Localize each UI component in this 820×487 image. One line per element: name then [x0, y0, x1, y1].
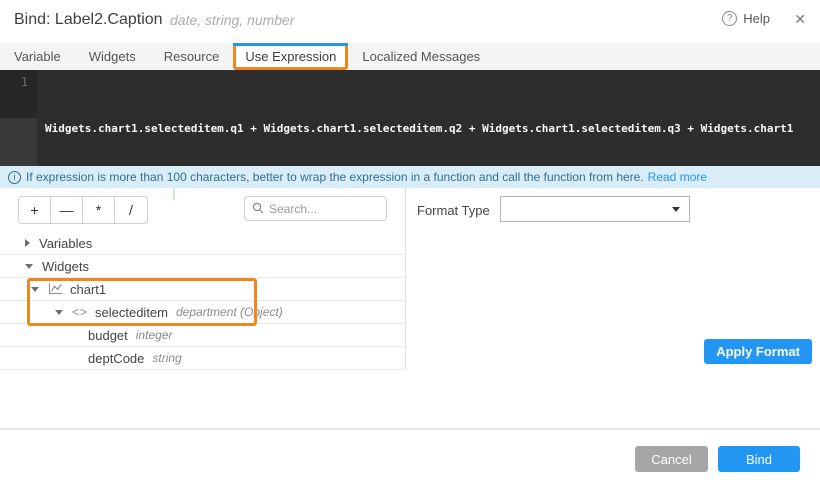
tree-item-label: Widgets	[42, 259, 89, 274]
dialog-subtitle: date, string, number	[170, 12, 295, 28]
tree-item-variables[interactable]: Variables	[0, 232, 405, 255]
object-icon: <>	[72, 305, 88, 319]
main-section: + — * / Variables	[0, 188, 820, 370]
expander-expanded-icon[interactable]	[25, 264, 33, 269]
tab-localized-messages[interactable]: Localized Messages	[348, 43, 494, 70]
format-panel: Format Type Apply Format	[407, 188, 820, 370]
cancel-button[interactable]: Cancel	[635, 446, 708, 472]
code-line-1: Widgets.chart1.selecteditem.q1 + Widgets…	[45, 118, 816, 140]
tree-item-label: budget	[88, 328, 128, 343]
info-message: If expression is more than 100 character…	[26, 170, 644, 184]
dialog-title: Bind: Label2.Caption	[14, 11, 163, 29]
close-icon[interactable]: ✕	[794, 11, 806, 28]
format-type-label: Format Type	[417, 203, 490, 218]
format-type-row: Format Type	[417, 196, 812, 224]
chevron-down-icon	[672, 207, 680, 212]
footer-divider	[0, 428, 820, 430]
expander-expanded-icon[interactable]	[31, 287, 39, 292]
tree-item-type: string	[152, 351, 181, 365]
tree-item-budget[interactable]: budget integer	[0, 324, 405, 347]
tree-item-type: department (Object)	[176, 305, 283, 319]
apply-format-button[interactable]: Apply Format	[704, 339, 812, 364]
tree-item-label: selecteditem	[95, 305, 168, 320]
expression-tree-panel: + — * / Variables	[0, 188, 406, 370]
tree-item-label: Variables	[39, 236, 92, 251]
tab-widgets[interactable]: Widgets	[75, 43, 150, 70]
help-icon: ?	[722, 11, 737, 26]
minus-operator-button[interactable]: —	[51, 197, 83, 223]
search-icon	[252, 202, 264, 214]
read-more-link[interactable]: Read more	[648, 170, 707, 184]
line-number: 1	[0, 75, 28, 89]
dialog-header: Bind: Label2.Caption date, string, numbe…	[0, 0, 820, 43]
plus-operator-button[interactable]: +	[19, 197, 51, 223]
format-type-select[interactable]	[500, 196, 690, 222]
tree-item-widgets[interactable]: Widgets	[0, 255, 405, 278]
expression-info-bar: i If expression is more than 100 charact…	[0, 166, 820, 188]
tree-item-label: chart1	[70, 282, 106, 297]
tree-item-selecteditem[interactable]: <> selecteditem department (Object)	[0, 301, 405, 324]
expander-expanded-icon[interactable]	[55, 310, 63, 315]
expander-collapsed-icon[interactable]	[25, 239, 30, 247]
tree-item-deptcode[interactable]: deptCode string	[0, 347, 405, 370]
multiply-operator-button[interactable]: *	[83, 197, 115, 223]
operator-button-group: + — * /	[18, 196, 148, 224]
widget-tree: Variables Widgets	[0, 232, 405, 370]
bind-dialog: Bind: Label2.Caption date, string, numbe…	[0, 0, 820, 487]
search-input[interactable]	[269, 198, 382, 219]
divide-operator-button[interactable]: /	[115, 197, 147, 223]
tab-resource[interactable]: Resource	[150, 43, 234, 70]
operator-toolbar: + — * /	[18, 196, 387, 224]
help-label: Help	[743, 11, 770, 26]
tab-use-expression[interactable]: Use Expression	[233, 43, 348, 70]
tree-item-label: deptCode	[88, 351, 144, 366]
info-icon: i	[8, 171, 21, 184]
tab-variable[interactable]: Variable	[0, 43, 75, 70]
bind-button[interactable]: Bind	[718, 446, 800, 472]
tree-item-chart1[interactable]: chart1	[0, 278, 405, 301]
tree-item-type: integer	[136, 328, 173, 342]
chart-icon	[48, 283, 63, 295]
tab-bar: Variable Widgets Resource Use Expression…	[0, 43, 820, 70]
dialog-footer: Cancel Bind	[0, 446, 820, 474]
search-box	[244, 196, 387, 221]
help-button[interactable]: ? Help	[722, 11, 770, 26]
expression-code-editor[interactable]: 1 Widgets.chart1.selecteditem.q1 + Widge…	[0, 70, 820, 166]
